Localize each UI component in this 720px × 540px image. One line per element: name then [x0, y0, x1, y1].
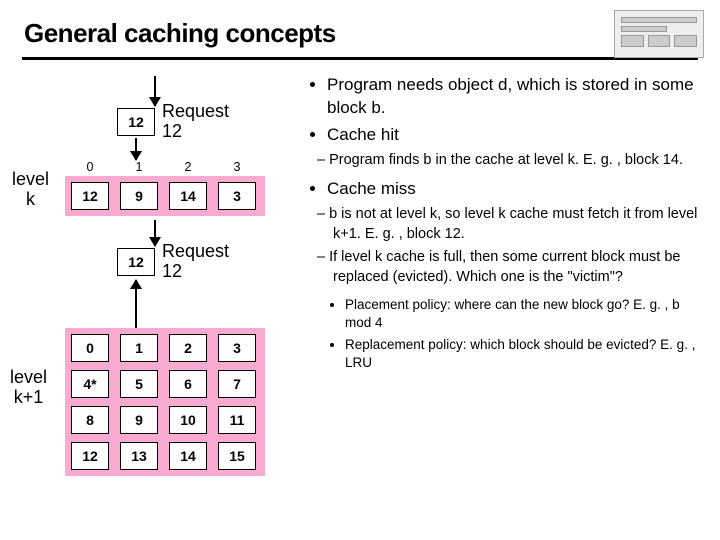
mem-cell: 1	[120, 334, 158, 362]
mem-cell: 5	[120, 370, 158, 398]
bullet-3-sub1: b is not at level k, so level k cache mu…	[333, 205, 704, 244]
arrow-up-icon	[135, 280, 137, 332]
page-title: General caching concepts	[0, 0, 720, 57]
cache-cell: 12	[71, 182, 109, 210]
bullet-3-sub2: If level k cache is full, then some curr…	[333, 248, 704, 287]
mem-cell: 8	[71, 406, 109, 434]
mem-cell: 4*	[71, 370, 109, 398]
mem-cell: 7	[218, 370, 256, 398]
bullet-3: Cache miss	[327, 178, 704, 201]
mem-cell: 12	[71, 442, 109, 470]
arrow-down-icon	[154, 220, 156, 246]
arrow-down-icon	[154, 76, 156, 106]
level-k-label: level k	[12, 170, 49, 210]
bullet-3-sub2b: Replacement policy: which block should b…	[345, 336, 704, 372]
mem-cell: 10	[169, 406, 207, 434]
cache-cell: 3	[218, 182, 256, 210]
col-header: 0	[71, 160, 109, 174]
mem-cell: 2	[169, 334, 207, 362]
cache-cell: 9	[120, 182, 158, 210]
request-label-mid: Request 12	[162, 242, 229, 282]
mem-cell: 9	[120, 406, 158, 434]
bullet-2: Cache hit	[327, 124, 704, 147]
mem-cell: 11	[218, 406, 256, 434]
mem-cell: 13	[120, 442, 158, 470]
mem-cell: 0	[71, 334, 109, 362]
bullet-1: Program needs object d, which is stored …	[327, 74, 704, 120]
diagram-area: 12 Request 12 level k 0 1 2 3 12 9 14 3 …	[10, 72, 305, 512]
arrow-down-icon	[135, 138, 137, 160]
mem-cell: 15	[218, 442, 256, 470]
level-k1-label: level k+1	[10, 368, 47, 408]
col-header: 1	[120, 160, 158, 174]
bullet-area: Program needs object d, which is stored …	[305, 72, 704, 512]
slide-thumbnail-icon	[614, 10, 704, 58]
mem-cell: 14	[169, 442, 207, 470]
mem-cell: 3	[218, 334, 256, 362]
bullet-2-sub: Program finds b in the cache at level k.…	[333, 151, 704, 171]
bullet-3-sub2a: Placement policy: where can the new bloc…	[345, 296, 704, 332]
col-header: 3	[218, 160, 256, 174]
col-header: 2	[169, 160, 207, 174]
request-block-top: 12	[117, 108, 155, 136]
request-label-top: Request 12	[162, 102, 229, 142]
mem-cell: 6	[169, 370, 207, 398]
cache-cell: 14	[169, 182, 207, 210]
request-block-mid: 12	[117, 248, 155, 276]
